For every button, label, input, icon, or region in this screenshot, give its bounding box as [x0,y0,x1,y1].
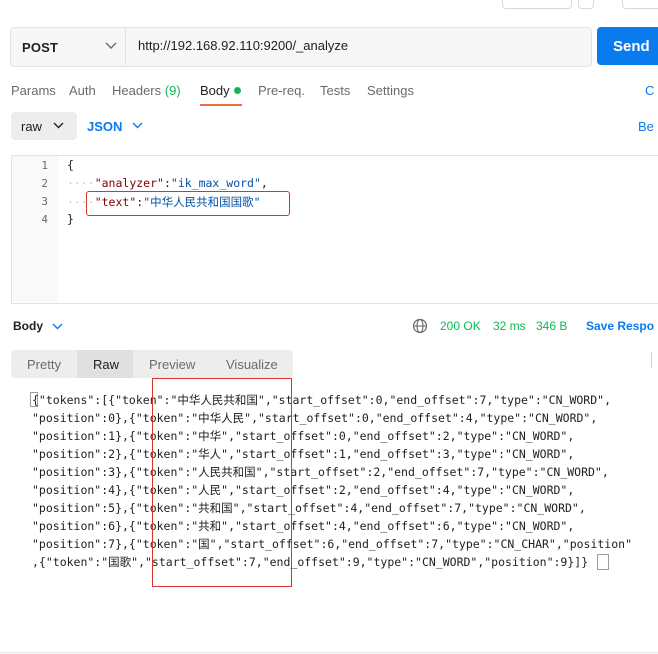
cookies-link[interactable]: C [645,83,654,98]
response-line: {"tokens":[{"token":"中华人民共和国","start_off… [32,393,611,407]
response-line: "position":7},{"token":"国","start_offset… [32,537,633,551]
method-label: POST [22,39,59,55]
tab-auth[interactable]: Auth [69,83,96,98]
response-line: "position":5},{"token":"共和国","start_offs… [32,501,586,515]
response-body-select[interactable]: Body [13,319,43,333]
divider [0,652,658,653]
response-line: "position":2},{"token":"华人","start_offse… [32,447,575,461]
method-select[interactable]: POST [11,28,126,66]
bracket-match-highlight [597,554,609,570]
beautify-link[interactable]: Be [638,119,654,134]
value-analyzer: "ik_max_word" [170,176,261,190]
tab-preview[interactable]: Preview [149,357,195,372]
response-line: "position":1},{"token":"中华","start_offse… [32,429,575,443]
url-input[interactable]: http://192.168.92.110:9200/_analyze [138,38,348,53]
top-toolbar-button[interactable] [622,0,658,9]
status-code[interactable]: 200 OK [440,319,481,333]
globe-icon[interactable] [412,318,428,334]
body-mode-label: raw [21,119,42,134]
send-button[interactable]: Send [597,27,658,65]
body-modified-dot [234,87,241,94]
code-line-4: } [67,212,74,226]
tab-settings[interactable]: Settings [367,83,414,98]
tab-pre-request[interactable]: Pre-req. [258,83,305,98]
line-number: 4 [41,213,48,226]
tab-body[interactable]: Body [200,83,230,98]
tab-params[interactable]: Params [11,83,56,98]
tab-headers-label: Headers [112,83,162,98]
chevron-down-icon [53,122,64,129]
code-line-2: ····"analyzer":"ik_max_word", [67,176,268,190]
tab-visualize[interactable]: Visualize [226,357,278,372]
highlight-box [86,191,290,216]
tab-tests[interactable]: Tests [320,83,350,98]
response-section-label: Body [13,319,43,333]
top-toolbar-button[interactable] [578,0,594,9]
save-response-button[interactable]: Save Respo [586,319,654,333]
line-number: 3 [41,195,48,208]
tab-headers[interactable]: Headers (9) [112,83,181,98]
tab-pretty[interactable]: Pretty [27,357,61,372]
body-format-select[interactable]: JSON [87,119,122,134]
chevron-down-icon [105,42,117,49]
response-line: "position":3},{"token":"人民共和国","start_of… [32,465,609,479]
response-line: "position":6},{"token":"共和","start_offse… [32,519,575,533]
response-line: "position":0},{"token":"中华人民","start_off… [32,411,598,425]
top-toolbar-button[interactable] [502,0,572,9]
response-line: ,{"token":"国歌","start_offset":7,"end_off… [32,555,589,569]
highlight-box [152,378,292,587]
response-line: "position":4},{"token":"人民","start_offse… [32,483,575,497]
response-size[interactable]: 346 B [536,319,567,333]
line-number: 2 [41,177,48,190]
chevron-down-icon [52,323,63,330]
key-analyzer: "analyzer" [94,176,164,190]
line-number: 1 [41,159,48,172]
headers-count: (9) [164,83,181,98]
close-brace: } [67,212,74,226]
active-tab-underline [200,104,242,106]
open-brace: { [67,158,74,172]
tab-raw[interactable]: Raw [93,357,119,372]
chevron-down-icon [132,122,143,129]
code-line-1: { [67,158,74,172]
scrollbar[interactable] [651,352,658,368]
response-time[interactable]: 32 ms [493,319,526,333]
